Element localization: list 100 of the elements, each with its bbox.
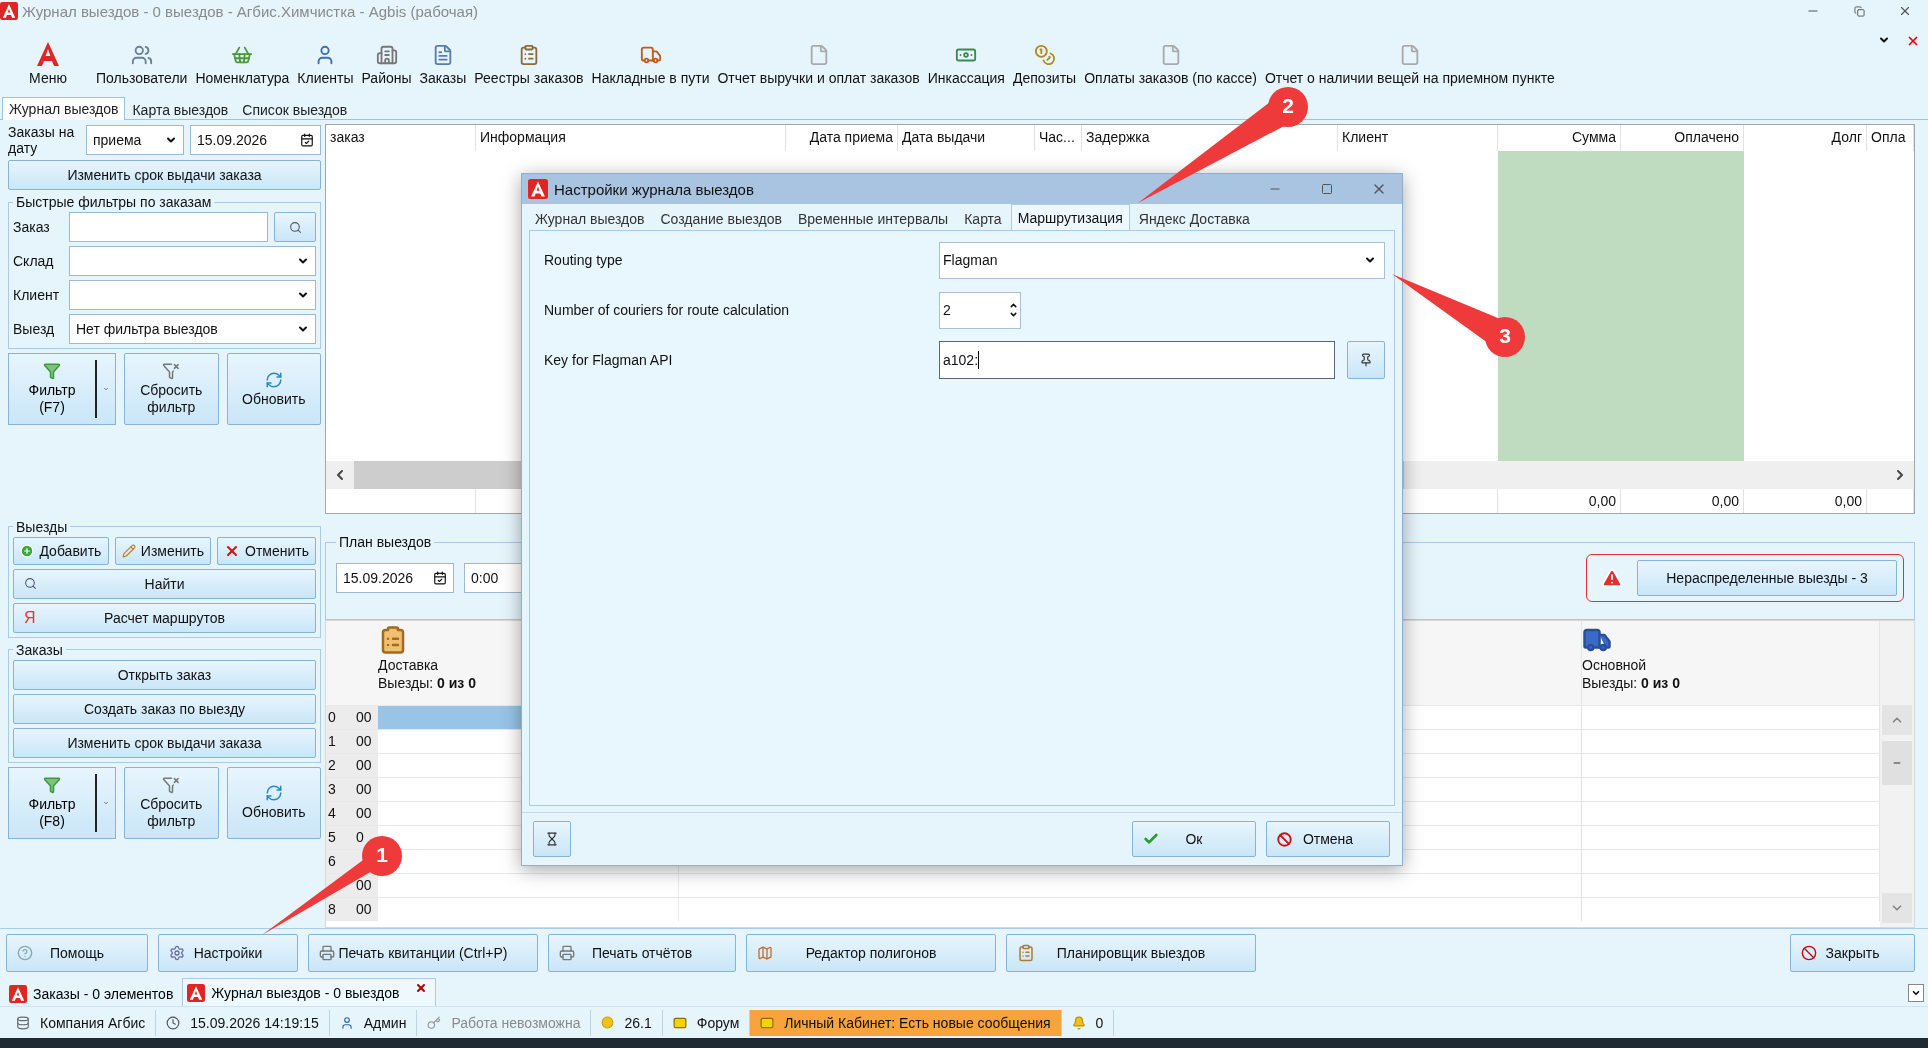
callout-number: 1 bbox=[375, 843, 389, 867]
document-tab[interactable]: Заказы - 0 элементов bbox=[4, 980, 183, 1006]
view-tab[interactable]: Карта выездов bbox=[125, 99, 236, 120]
find-button[interactable]: Найти bbox=[13, 568, 316, 599]
app-logo-icon bbox=[187, 983, 206, 1002]
restore-icon[interactable] bbox=[1853, 5, 1865, 17]
edit-button[interactable]: Изменить bbox=[114, 536, 211, 565]
routing-type-select[interactable]: Flagman bbox=[939, 241, 1385, 279]
group-title: Заказы bbox=[15, 641, 64, 658]
footer-button[interactable]: Редактор полигонов bbox=[746, 933, 996, 972]
footer-button[interactable]: Печать квитанции (Ctrl+P) bbox=[308, 933, 538, 972]
calendar-icon[interactable] bbox=[433, 571, 447, 585]
reset-filter-button[interactable]: Сбросить фильтр bbox=[124, 766, 219, 839]
document-tab[interactable]: Журнал выездов - 0 выездов bbox=[182, 978, 437, 1006]
time-field[interactable]: 0:00 bbox=[464, 563, 524, 593]
cancel-button[interactable]: Отмена bbox=[1266, 821, 1390, 857]
check-icon bbox=[1143, 831, 1159, 847]
add-button[interactable]: Добавить bbox=[13, 536, 109, 565]
footer-button[interactable]: Настройки bbox=[158, 933, 298, 972]
dropdown-button[interactable] bbox=[1908, 984, 1924, 1002]
toolbar-button[interactable]: Заказы bbox=[417, 26, 469, 96]
toolbar-button[interactable]: Клиенты bbox=[295, 26, 356, 96]
no-entry-icon bbox=[1277, 831, 1292, 847]
field-label: Склад bbox=[13, 253, 55, 269]
search-field[interactable] bbox=[69, 212, 268, 242]
key-icon bbox=[427, 1015, 442, 1030]
refresh-button[interactable]: Обновить bbox=[226, 353, 321, 425]
select-field[interactable] bbox=[69, 280, 316, 310]
toolbar-button[interactable]: Накладные в пути bbox=[589, 26, 712, 96]
unassigned-trips-button[interactable]: Нераспределенные выезды - 3 bbox=[1637, 560, 1897, 596]
dialog-tab[interactable]: Маршрутизация bbox=[1010, 204, 1130, 230]
order-action-button[interactable]: Создать заказ по выезду bbox=[13, 693, 316, 724]
route-calc-button[interactable]: Я Расчет маршрутов bbox=[13, 602, 316, 633]
footer-button[interactable]: Печать отчётов bbox=[548, 933, 736, 972]
couriers-spinner[interactable]: 2 bbox=[939, 291, 1021, 329]
envelope-icon bbox=[672, 1015, 687, 1030]
filter-split-button[interactable]: Фильтр (F8) bbox=[8, 766, 116, 839]
ok-button[interactable]: Ок bbox=[1132, 821, 1256, 857]
view-tab[interactable]: Список выездов bbox=[235, 99, 355, 120]
order-action-button[interactable]: Изменить срок выдачи заказа bbox=[13, 727, 316, 758]
filter-split-button[interactable]: Фильтр (F7) bbox=[8, 353, 116, 425]
hourglass-button[interactable] bbox=[533, 821, 571, 857]
hour-label: 0 bbox=[326, 706, 356, 729]
app-logo-icon bbox=[0, 2, 18, 20]
minute-label: 00 bbox=[356, 898, 378, 921]
api-key-field[interactable]: a102: bbox=[939, 341, 1335, 379]
reset-filter-button[interactable]: Сбросить фильтр bbox=[124, 353, 219, 425]
funnel-icon bbox=[43, 775, 61, 794]
dialog-tab[interactable]: Создание выездов bbox=[653, 207, 789, 230]
calendar-icon[interactable] bbox=[300, 133, 314, 147]
toolbar-button[interactable]: Отчет выручки и оплат заказов bbox=[715, 26, 922, 96]
close-icon[interactable] bbox=[1906, 34, 1920, 48]
select-field[interactable]: Нет фильтра выездов bbox=[69, 314, 316, 344]
toolbar-button[interactable]: Реестры заказов bbox=[472, 26, 586, 96]
funnel-cross-icon bbox=[162, 362, 181, 380]
toolbar-button[interactable]: Отчет о наличии вещей на приемном пункте bbox=[1262, 26, 1557, 96]
date-mode-select[interactable]: приема bbox=[86, 125, 184, 155]
minute-label: 00 bbox=[356, 706, 378, 729]
dialog-tab[interactable]: Журнал выездов bbox=[528, 207, 652, 230]
notification-badge[interactable]: Личный Кабинет: Есть новые сообщения bbox=[750, 1009, 1062, 1036]
dialog-tab[interactable]: Временные интервалы bbox=[791, 207, 956, 230]
map-icon bbox=[757, 944, 773, 961]
status-text: Форум bbox=[696, 1014, 740, 1031]
maximize-icon[interactable] bbox=[1321, 183, 1333, 195]
app-logo-icon bbox=[9, 984, 27, 1003]
date-field[interactable]: 15.09.2026 bbox=[336, 563, 454, 593]
view-tab[interactable]: Журнал выездов bbox=[2, 97, 126, 120]
footer-button[interactable]: Помощь bbox=[6, 933, 148, 972]
refresh-icon bbox=[264, 784, 283, 802]
printer-icon bbox=[559, 944, 575, 961]
change-due-date-button[interactable]: Изменить срок выдачи заказа bbox=[8, 160, 321, 190]
spin-down-icon[interactable] bbox=[1009, 310, 1018, 319]
menu-button[interactable]: Меню bbox=[6, 26, 90, 96]
help-icon bbox=[17, 944, 33, 961]
search-icon bbox=[288, 220, 302, 234]
toolbar-button[interactable]: Номенклатура bbox=[193, 26, 292, 96]
toolbar-button[interactable]: Пользователи bbox=[94, 26, 190, 96]
printer-icon bbox=[319, 944, 335, 961]
refresh-button[interactable]: Обновить bbox=[226, 766, 321, 839]
date-field[interactable]: 15.09.2026 bbox=[190, 125, 321, 155]
order-action-button[interactable]: Открыть заказ bbox=[13, 659, 316, 690]
dialog-title: Настройки журнала выездов bbox=[554, 180, 755, 198]
toolbar-button[interactable]: Депозиты bbox=[1010, 26, 1079, 96]
spin-up-icon[interactable] bbox=[1009, 301, 1018, 310]
cancel-button[interactable]: Отменить bbox=[217, 536, 316, 565]
dialog-tab[interactable]: Карта bbox=[957, 207, 1009, 230]
pin-button[interactable] bbox=[1347, 341, 1385, 379]
footer-button[interactable]: Планировщик выездов bbox=[1006, 933, 1256, 972]
vertical-scrollbar[interactable] bbox=[1880, 621, 1914, 927]
toolbar-button[interactable]: Районы bbox=[359, 26, 414, 96]
dialog-tab[interactable]: Яндекс Доставка bbox=[1131, 207, 1257, 230]
footer-button[interactable]: Закрыть bbox=[1790, 933, 1915, 972]
close-icon[interactable] bbox=[1898, 4, 1912, 18]
toolbar-button[interactable]: Инкассация bbox=[925, 26, 1007, 96]
toolbar-button[interactable]: Оплаты заказов (по кассе) bbox=[1082, 26, 1259, 96]
minute-label: 00 bbox=[356, 802, 378, 825]
search-button[interactable] bbox=[274, 212, 316, 242]
app-logo-icon bbox=[37, 42, 59, 66]
close-icon[interactable] bbox=[415, 982, 428, 994]
select-field[interactable] bbox=[69, 246, 316, 276]
